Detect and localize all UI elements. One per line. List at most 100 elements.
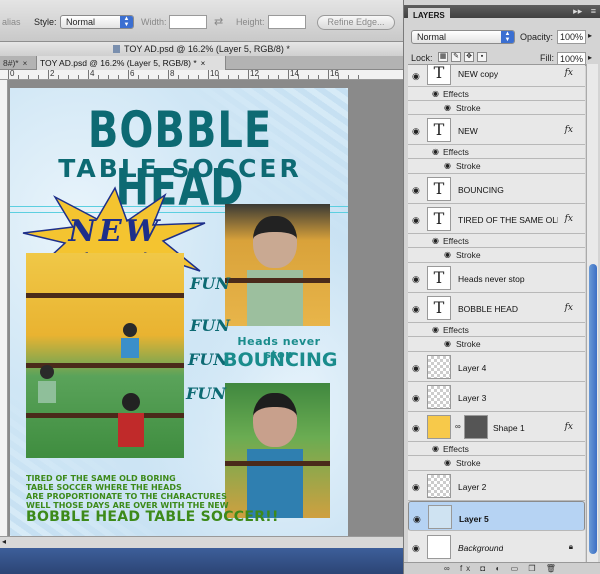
eye-icon[interactable]: ◉ [444,161,451,170]
eye-icon[interactable]: ◉ [412,304,420,315]
style-select[interactable]: Normal ▲ ▼ [60,15,134,29]
adjustment-layer-icon[interactable]: ◐ [495,564,504,573]
close-icon[interactable]: × [23,59,28,68]
stroke-label: Stroke [456,161,481,171]
layer-row[interactable]: ◉ T TIRED OF THE SAME OLD B... fx [408,204,585,234]
type-layer-icon: T [427,207,451,231]
layer-name: Layer 3 [458,393,487,403]
rod [26,413,184,418]
width-field[interactable] [169,15,207,29]
poster-canvas[interactable]: BOBBLE HEAD TABLE SOCCER NEW FUN FUN FUN… [10,88,348,542]
stroke-row[interactable]: ◉ Stroke [408,337,585,352]
refine-edge-button[interactable]: Refine Edge... [317,15,395,30]
eye-icon[interactable]: ◉ [432,147,439,156]
link-layers-icon[interactable]: ∞ [444,564,454,573]
layers-panel: LAYERS ▸▸ ≡ Normal ▲ ▼ Opacity: 100% ▸ Lo… [403,0,600,574]
stroke-row[interactable]: ◉ Stroke [408,248,585,263]
effects-row[interactable]: ◉ Effects [408,323,585,337]
effects-row[interactable]: ◉ Effects [408,87,585,101]
effects-row[interactable]: ◉ Effects [408,442,585,456]
eye-icon[interactable]: ◉ [412,185,420,196]
layer-row[interactable]: ◉ T NEW copy fx [408,65,585,87]
effects-row[interactable]: ◉ Effects [408,234,585,248]
new-layer-icon[interactable]: ❐ [528,564,539,573]
eye-icon[interactable]: ◉ [412,543,420,554]
add-mask-icon[interactable]: ◘ [480,564,489,573]
layer-row[interactable]: ◉ Layer 2 [408,471,585,501]
lock-position-icon[interactable]: ✥ [464,52,474,62]
layers-scrollbar[interactable] [586,64,598,562]
fun-label: FUN [186,384,226,403]
eye-icon[interactable]: ◉ [412,215,420,226]
fx-icon[interactable]: fx [565,303,573,313]
collapse-icon[interactable]: ▸▸ [573,6,582,16]
fx-icon[interactable]: fx [565,68,573,78]
tab-layers[interactable]: LAYERS [408,8,450,23]
fx-icon[interactable]: fx [565,125,573,135]
link-icon[interactable]: ∞ [455,422,461,431]
badge-label: NEW [68,214,162,249]
eye-icon[interactable]: ◉ [444,103,451,112]
eye-icon[interactable]: ◉ [444,339,451,348]
fx-icon[interactable]: fx [565,422,573,432]
canvas-area[interactable]: BOBBLE HEAD TABLE SOCCER NEW FUN FUN FUN… [8,80,403,542]
desktop-background [0,548,403,574]
lock-image-icon[interactable]: ✎ [451,52,461,62]
lock-all-icon[interactable]: ▪ [477,52,487,62]
fx-icon[interactable]: fx [565,214,573,224]
layer-row-selected[interactable]: ◉ Layer 5 [408,501,585,531]
select-arrows-icon: ▲ ▼ [501,31,514,43]
new-group-icon[interactable]: ▭ [511,564,523,573]
eye-icon[interactable]: ◉ [432,89,439,98]
eye-icon[interactable]: ◉ [412,71,420,82]
eye-icon[interactable]: ◉ [412,482,420,493]
fun-label: FUN [190,274,230,293]
eye-icon[interactable]: ◉ [412,126,420,137]
layer-row[interactable]: ◉ ∞ Shape 1 fx [408,412,585,442]
tab-other-document[interactable]: 8#)* × [0,56,34,70]
player-head [122,393,140,411]
layer-row[interactable]: ◉ T BOUNCING [408,174,585,204]
type-layer-icon: T [427,118,451,142]
layer-row[interactable]: ◉ T Heads never stop [408,263,585,293]
layer-row[interactable]: ◉ T NEW fx [408,115,585,145]
eye-icon[interactable]: ◉ [412,393,420,404]
eye-icon[interactable]: ◉ [432,444,439,453]
stroke-row[interactable]: ◉ Stroke [408,159,585,174]
rod [225,278,330,283]
layer-row[interactable]: ◉ T BOBBLE HEAD fx [408,293,585,323]
scroll-left-icon[interactable]: ◂ [2,537,6,546]
eye-icon[interactable]: ◉ [444,250,451,259]
effects-row[interactable]: ◉ Effects [408,145,585,159]
swap-dimensions-icon[interactable]: ⇄ [214,15,223,28]
eye-icon[interactable]: ◉ [413,513,421,525]
stroke-row[interactable]: ◉ Stroke [408,101,585,115]
add-style-icon[interactable]: fx [460,564,474,573]
eye-icon[interactable]: ◉ [444,458,451,467]
height-field[interactable] [268,15,306,29]
eye-icon[interactable]: ◉ [412,363,420,374]
close-icon[interactable]: × [201,59,206,68]
eye-icon[interactable]: ◉ [412,274,420,285]
eye-icon[interactable]: ◉ [432,325,439,334]
fill-dropdown-icon[interactable]: ▸ [588,53,592,62]
tab-toy-ad[interactable]: TOY AD.psd @ 16.2% (Layer 5, RGB/8) * × [36,56,226,70]
layer-row[interactable]: ◉ Layer 3 [408,382,585,412]
scrollbar-thumb[interactable] [589,264,597,554]
fill-label: Fill: [540,53,554,63]
type-layer-icon: T [427,177,451,201]
opacity-field[interactable]: 100% [557,30,586,44]
lock-transparency-icon[interactable]: ▦ [438,52,448,62]
blend-mode-select[interactable]: Normal ▲ ▼ [411,30,515,44]
opacity-dropdown-icon[interactable]: ▸ [588,31,592,40]
layer-row[interactable]: ◉ Layer 4 [408,352,585,382]
stroke-row[interactable]: ◉ Stroke [408,456,585,471]
layer-row[interactable]: ◉ Background 🔒︎ [408,531,585,562]
panel-menu-icon[interactable]: ≡ [591,6,596,16]
trash-icon[interactable]: 🗑︎ [546,564,560,573]
layers-list[interactable]: ◉ T NEW copy fx ◉ Effects ◉ Stroke ◉ T N… [408,64,585,562]
eye-icon[interactable]: ◉ [432,236,439,245]
photoshop-window: alias Style: Normal ▲ ▼ Width: ⇄ Height: … [0,0,600,574]
eye-icon[interactable]: ◉ [412,423,420,434]
height-label: Height: [236,17,265,27]
